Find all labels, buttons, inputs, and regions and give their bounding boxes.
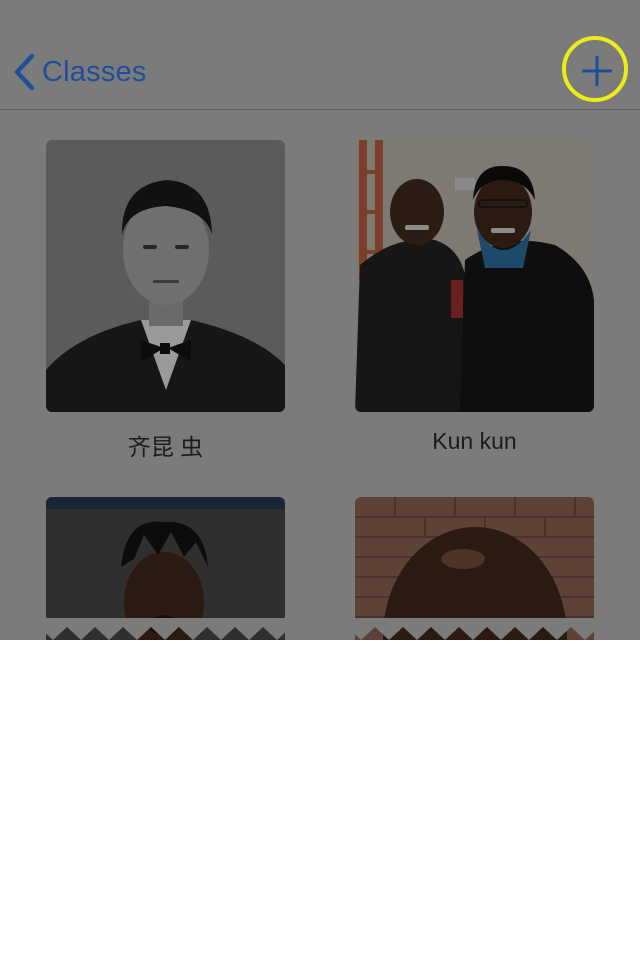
student-photo xyxy=(355,140,594,412)
student-photo xyxy=(46,140,285,412)
chevron-left-icon xyxy=(12,52,36,92)
navigation-bar: Classes xyxy=(0,0,640,110)
back-button-label: Classes xyxy=(42,55,147,88)
student-card[interactable]: 齐昆 虫 xyxy=(46,140,285,460)
student-grid: 齐昆 虫 Kun kun xyxy=(0,110,640,640)
torn-edge-divider xyxy=(0,618,640,640)
student-name: 齐昆 虫 xyxy=(127,434,204,460)
back-button[interactable]: Classes xyxy=(12,50,147,94)
add-student-button[interactable] xyxy=(562,36,628,102)
student-name: Kun kun xyxy=(432,428,517,454)
screen: Classes 齐昆 虫 Kun kun xyxy=(0,0,640,960)
student-card[interactable]: Kun kun xyxy=(355,140,594,454)
